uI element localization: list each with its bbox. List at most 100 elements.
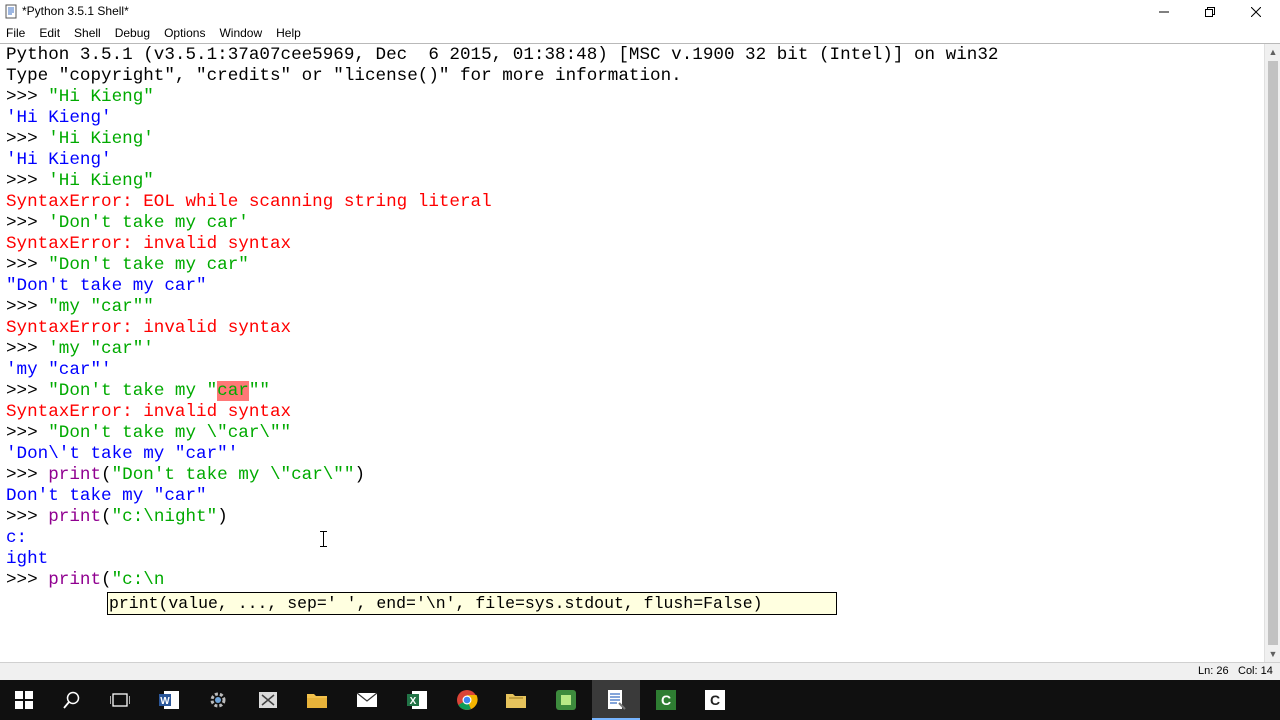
menu-help[interactable]: Help — [276, 26, 301, 40]
prompt: >>> — [6, 129, 49, 149]
task-view-icon — [110, 693, 130, 707]
taskbar-mail[interactable] — [343, 680, 391, 720]
input-line: >>> "Don't take my car" — [6, 255, 249, 276]
banner-line: Type "copyright", "credits" or "license(… — [6, 66, 682, 86]
prompt: >>> — [6, 465, 49, 485]
folder-icon — [307, 694, 327, 708]
taskbar-snipping-tool[interactable] — [244, 680, 292, 720]
input-code: 'Hi Kieng" — [48, 171, 154, 191]
input-code: "Hi Kieng" — [48, 87, 154, 107]
error-line: SyntaxError: invalid syntax — [6, 234, 292, 254]
taskbar-excel[interactable]: X — [393, 680, 441, 720]
c-app-icon: C — [705, 690, 725, 710]
taskbar-c-app[interactable]: C — [691, 680, 739, 720]
svg-text:C: C — [661, 692, 671, 708]
scroll-down-icon[interactable]: ▼ — [1265, 646, 1280, 662]
chrome-icon — [457, 690, 478, 710]
input-line: >>> "Hi Kieng" — [6, 87, 154, 108]
stdout-line: c: — [6, 528, 28, 548]
idle-file-icon — [608, 690, 626, 710]
taskbar-search[interactable] — [48, 680, 96, 720]
title-bar: *Python 3.5.1 Shell* — [0, 0, 1280, 23]
input-line: >>> "my "car"" — [6, 297, 154, 318]
scroll-up-icon[interactable]: ▲ — [1265, 44, 1280, 60]
scrollbar-thumb[interactable] — [1268, 61, 1278, 645]
status-bar: Ln: 26 Col: 14 — [0, 662, 1280, 680]
output-line: 'my "car"' — [6, 360, 112, 380]
close-button[interactable] — [1233, 0, 1279, 23]
builtin-name: print — [48, 507, 102, 527]
prompt: >>> — [6, 297, 49, 317]
windows-logo-icon — [15, 691, 33, 709]
current-input-line[interactable]: >>> print("c:\n — [6, 570, 164, 591]
minimize-button[interactable] — [1141, 0, 1187, 23]
scissors-icon — [259, 692, 277, 708]
restore-button[interactable] — [1187, 0, 1233, 23]
output-line: 'Hi Kieng' — [6, 150, 112, 170]
prompt: >>> — [6, 171, 49, 191]
error-line: SyntaxError: EOL while scanning string l… — [6, 192, 492, 212]
gear-icon — [210, 692, 226, 708]
input-code: 'my "car"' — [48, 339, 154, 359]
taskbar-file-explorer[interactable] — [293, 680, 341, 720]
prompt: >>> — [6, 255, 49, 275]
menu-file[interactable]: File — [6, 26, 25, 40]
error-line: SyntaxError: invalid syntax — [6, 318, 292, 338]
taskbar-folder-app[interactable] — [492, 680, 540, 720]
c-ide-icon: C — [656, 690, 676, 710]
menu-window[interactable]: Window — [219, 26, 262, 40]
taskbar-chrome[interactable] — [443, 680, 491, 720]
paren: ) — [354, 465, 365, 485]
paren: ( — [101, 507, 112, 527]
input-code: "my "car"" — [48, 297, 154, 317]
input-code: "Don't take my car" — [48, 255, 249, 275]
input-code: "c:\n — [111, 570, 165, 590]
menu-options[interactable]: Options — [164, 26, 205, 40]
taskbar: W X C C — [0, 680, 1280, 720]
shell-text-area[interactable]: Python 3.5.1 (v3.5.1:37a07cee5969, Dec 6… — [0, 44, 1264, 662]
prompt: >>> — [6, 87, 49, 107]
taskbar-settings-tool[interactable] — [194, 680, 242, 720]
search-icon — [63, 691, 80, 709]
restore-icon — [1205, 6, 1215, 17]
error-highlight: car — [217, 381, 249, 401]
taskbar-codeblocks[interactable]: C — [642, 680, 690, 720]
output-line: 'Don\'t take my "car"' — [6, 444, 239, 464]
input-code: 'Hi Kieng' — [48, 129, 154, 149]
input-code: "Don't take my " — [48, 381, 218, 401]
prompt: >>> — [6, 381, 49, 401]
prompt: >>> — [6, 423, 49, 443]
mail-icon — [356, 692, 378, 707]
input-code: "Don't take my \"car\"" — [48, 423, 292, 443]
close-icon — [1251, 6, 1261, 17]
stdout-line: ight — [6, 549, 49, 569]
window-title: *Python 3.5.1 Shell* — [22, 4, 129, 18]
excel-icon: X — [407, 691, 427, 709]
taskbar-camtasia[interactable] — [542, 680, 590, 720]
input-line: >>> "Don't take my \"car\"" — [6, 423, 291, 444]
menu-shell[interactable]: Shell — [74, 26, 101, 40]
menu-edit[interactable]: Edit — [39, 26, 60, 40]
prompt: >>> — [6, 507, 49, 527]
banner-line: Python 3.5.1 (v3.5.1:37a07cee5969, Dec 6… — [6, 45, 999, 65]
prompt: >>> — [6, 339, 49, 359]
input-code: "" — [248, 381, 270, 401]
output-line: 'Hi Kieng' — [6, 108, 112, 128]
menu-debug[interactable]: Debug — [115, 26, 150, 40]
paren: ( — [101, 570, 112, 590]
input-line: >>> "Don't take my "car"" — [6, 381, 270, 402]
task-view-button[interactable] — [96, 680, 144, 720]
vertical-scrollbar[interactable]: ▲ ▼ — [1264, 44, 1280, 662]
input-line: >>> print("c:\night") — [6, 507, 228, 528]
camtasia-icon — [556, 690, 576, 710]
taskbar-word[interactable]: W — [145, 680, 193, 720]
calltip-popup: print(value, ..., sep=' ', end='\n', fil… — [107, 592, 837, 615]
line-number: Ln: 26 — [1198, 665, 1229, 677]
taskbar-python-idle[interactable] — [592, 680, 640, 720]
input-code: 'Don't take my car' — [48, 213, 249, 233]
start-button[interactable] — [0, 680, 48, 720]
input-line: >>> 'Hi Kieng' — [6, 129, 154, 150]
svg-text:X: X — [410, 696, 417, 707]
prompt: >>> — [6, 213, 49, 233]
input-line: >>> 'my "car"' — [6, 339, 154, 360]
